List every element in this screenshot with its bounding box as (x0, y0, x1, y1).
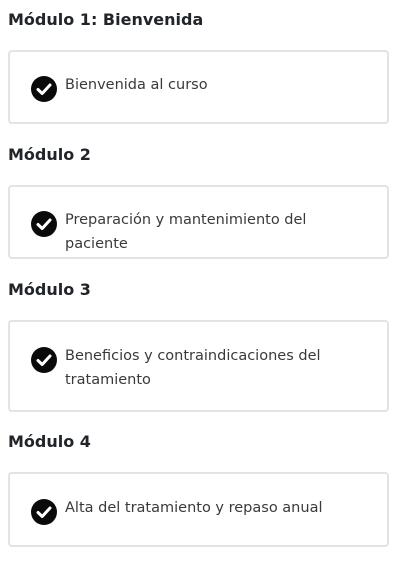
lesson-card-preparacion[interactable]: Preparación y mantenimiento del paciente (8, 185, 389, 259)
module-2-title: Módulo 2 (8, 145, 91, 164)
module-4-title: Módulo 4 (8, 432, 91, 451)
lesson-card-beneficios[interactable]: Beneficios y contraindicaciones del trat… (8, 320, 389, 412)
module-1-title: Módulo 1: Bienvenida (8, 10, 204, 29)
lesson-card-alta[interactable]: Alta del tratamiento y repaso anual (8, 472, 389, 547)
course-outline: Módulo 1: Bienvenida Bienvenida al curso… (0, 0, 402, 562)
check-circle-icon (31, 211, 57, 237)
module-3-title: Módulo 3 (8, 280, 91, 299)
lesson-label: Alta del tratamiento y repaso anual (65, 500, 323, 516)
check-circle-icon (31, 499, 57, 525)
lesson-label: Preparación y mantenimiento del paciente (65, 212, 307, 252)
check-circle-icon (31, 76, 57, 102)
lesson-card-bienvenida[interactable]: Bienvenida al curso (8, 50, 389, 124)
lesson-label: Bienvenida al curso (65, 77, 208, 93)
check-circle-icon (31, 347, 57, 373)
lesson-label: Beneficios y contraindicaciones del trat… (65, 348, 321, 388)
